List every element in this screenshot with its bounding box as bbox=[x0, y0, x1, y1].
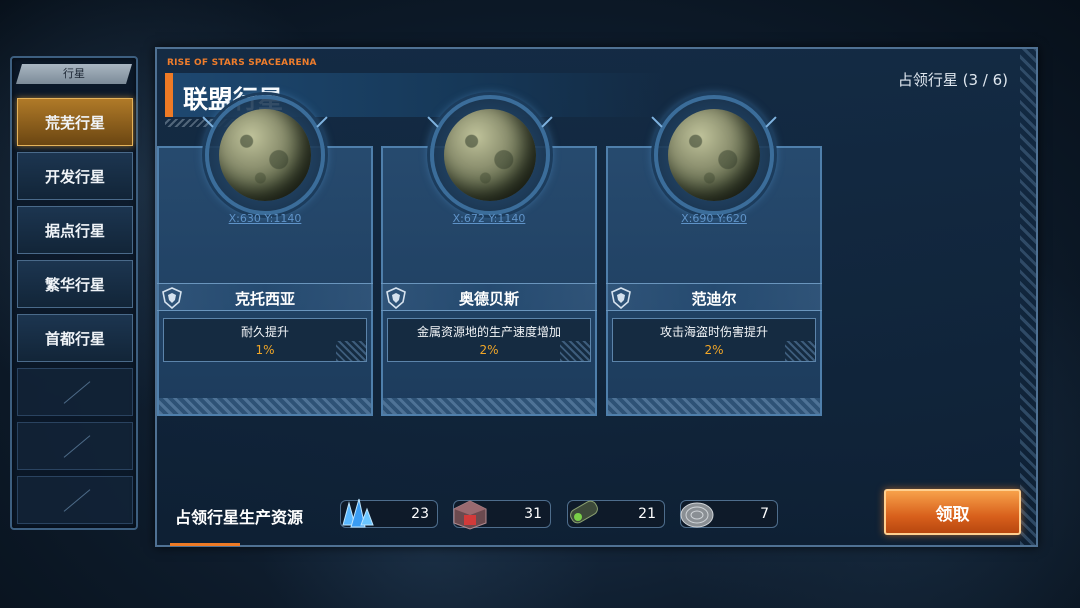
sidebar-item-developed-planet[interactable]: 开发行星 bbox=[17, 152, 133, 200]
planet-name: 克托西亚 bbox=[234, 290, 295, 308]
sidebar-empty-slot bbox=[17, 476, 133, 524]
claim-button[interactable]: 领取 bbox=[884, 489, 1021, 535]
planet-coords-link[interactable]: X:690 Y:620 bbox=[606, 212, 822, 225]
mineral-icon bbox=[680, 502, 714, 528]
planet-image bbox=[205, 95, 325, 215]
sidebar-header: 行星 bbox=[16, 64, 132, 84]
planet-icon bbox=[444, 109, 536, 201]
resource-value: 7 bbox=[760, 506, 769, 522]
sidebar-item-barren-planet[interactable]: 荒芜行星 bbox=[17, 98, 133, 146]
planet-bonus-box: 金属资源地的生产速度增加 2% bbox=[387, 318, 591, 362]
planet-name-bar: 克托西亚 bbox=[157, 283, 373, 311]
title-accent bbox=[165, 73, 173, 117]
planet-image bbox=[654, 95, 774, 215]
planet-bonus-box: 攻击海盗时伤害提升 2% bbox=[612, 318, 816, 362]
bonus-label: 金属资源地的生产速度增加 bbox=[416, 325, 561, 339]
sidebar-empty-slot bbox=[17, 368, 133, 416]
resource-fuel: 21 bbox=[567, 500, 665, 528]
card-bottom-decoration bbox=[383, 398, 595, 414]
planet-coords-link[interactable]: X:672 Y:1140 bbox=[381, 212, 597, 225]
bonus-label: 攻击海盗时伤害提升 bbox=[659, 325, 768, 339]
planet-bonus-box: 耐久提升 1% bbox=[163, 318, 367, 362]
resource-value: 31 bbox=[524, 506, 542, 522]
sidebar-item-prosperous-planet[interactable]: 繁华行星 bbox=[17, 260, 133, 308]
fuel-icon bbox=[570, 500, 598, 524]
metal-icon bbox=[453, 500, 487, 530]
bottom-accent-line bbox=[170, 543, 240, 546]
panel-stripe-decoration bbox=[1020, 49, 1036, 545]
card-bottom-decoration bbox=[159, 398, 371, 414]
planet-name-bar: 范迪尔 bbox=[606, 283, 822, 311]
planet-image bbox=[430, 95, 550, 215]
brand-text: RISE OF STARS SPACEARENA bbox=[167, 58, 317, 68]
resource-metal: 31 bbox=[453, 500, 551, 530]
resource-mineral: 7 bbox=[680, 500, 778, 528]
planet-category-sidebar: 行星 荒芜行星 开发行星 据点行星 繁华行星 首都行星 bbox=[10, 56, 138, 530]
occupied-count: 占领行星 (3 / 6) bbox=[897, 71, 1008, 89]
bonus-value: 2% bbox=[479, 343, 499, 357]
planet-name: 范迪尔 bbox=[691, 290, 737, 308]
planet-name-bar: 奥德贝斯 bbox=[381, 283, 597, 311]
planet-name: 奥德贝斯 bbox=[458, 290, 519, 308]
resources-title: 占领行星生产资源 bbox=[175, 508, 304, 527]
sidebar-item-stronghold-planet[interactable]: 据点行星 bbox=[17, 206, 133, 254]
resource-crystal: 23 bbox=[340, 498, 438, 528]
bonus-label: 耐久提升 bbox=[240, 325, 289, 339]
planet-icon bbox=[668, 109, 760, 201]
bonus-value: 1% bbox=[255, 343, 275, 357]
card-bottom-decoration bbox=[608, 398, 820, 414]
crystal-icon bbox=[342, 498, 374, 528]
planet-coords-link[interactable]: X:630 Y:1140 bbox=[157, 212, 373, 225]
resource-value: 21 bbox=[638, 506, 656, 522]
sidebar-empty-slot bbox=[17, 422, 133, 470]
planet-icon bbox=[219, 109, 311, 201]
resource-value: 23 bbox=[411, 506, 429, 522]
bonus-value: 2% bbox=[704, 343, 724, 357]
sidebar-item-capital-planet[interactable]: 首都行星 bbox=[17, 314, 133, 362]
